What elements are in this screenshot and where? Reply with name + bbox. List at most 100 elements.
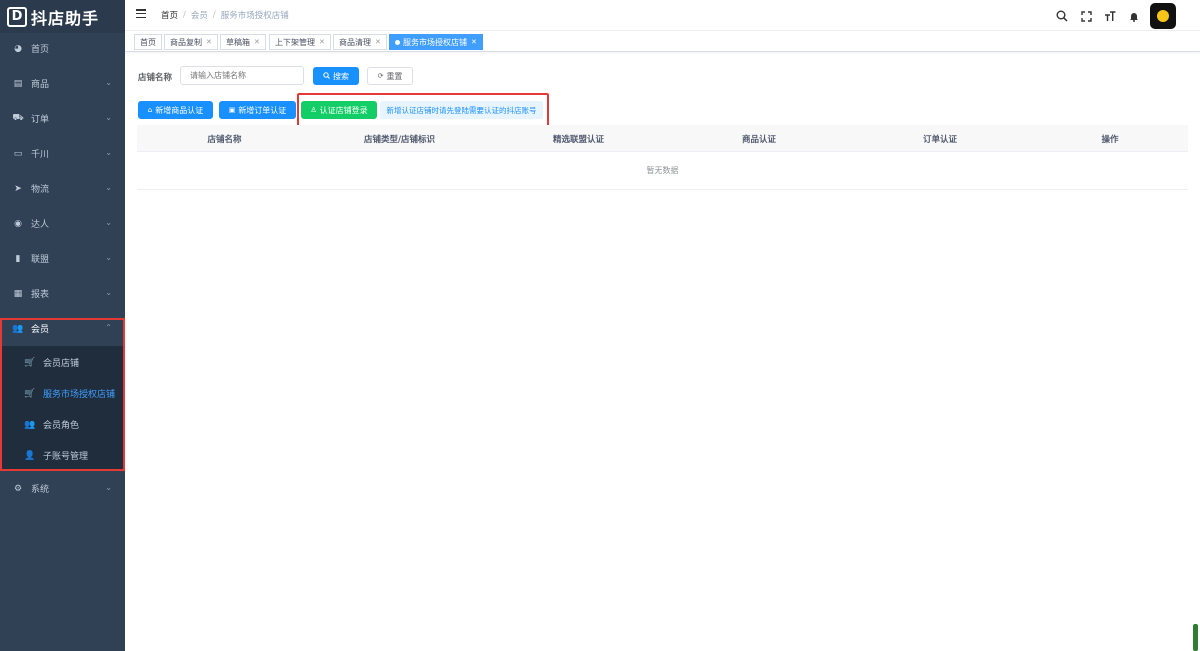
users-icon: 👥 [12,323,24,334]
tab-label: 商品清理 [339,37,371,47]
tab-label: 服务市场授权店铺 [403,37,467,47]
login-tip: 新增认证店铺时请先登陆需要认证的抖店账号 [380,101,543,119]
app-root: D 抖店助手 ◕ 首页 ▤ 商品 ⌄ ⛟ 订单 ⌄ ▭ 千川 ⌄ ➤ 物流 ⌄ … [0,0,1200,651]
avatar-image [1157,10,1169,22]
reset-button[interactable]: ⟳ 重置 [367,67,413,85]
logo[interactable]: D 抖店助手 [0,0,125,33]
tab-label: 草稿箱 [226,37,250,47]
add-goods-auth-label: 新增商品认证 [155,105,204,115]
gear-icon: ⚙ [13,483,23,494]
sidebar-item-qianchuan[interactable]: ▭ 千川 ⌄ [0,136,125,171]
sidebar-item-alliance[interactable]: ▮ 联盟 ⌄ [0,241,125,276]
sidebar-item-home[interactable]: ◕ 首页 [0,31,125,66]
add-goods-auth-button[interactable]: ⌂ 新增商品认证 [138,101,213,119]
user-icon: ♙ [310,106,317,114]
tags-view: 首页 商品复制 ✕ 草稿箱 ✕ 上下架管理 ✕ 商品清理 ✕ 服务市场授权店铺 ✕ [125,31,1200,52]
sidebar-item-influencers[interactable]: ◉ 达人 ⌄ [0,206,125,241]
tab-product-cleanup[interactable]: 商品清理 ✕ [333,34,387,50]
close-icon[interactable]: ✕ [206,38,212,46]
sidebar: D 抖店助手 ◕ 首页 ▤ 商品 ⌄ ⛟ 订单 ⌄ ▭ 千川 ⌄ ➤ 物流 ⌄ … [0,0,125,651]
add-order-auth-button[interactable]: ▣ 新增订单认证 [219,101,296,119]
search-icon[interactable] [1050,4,1074,28]
sidebar-item-label: 子账号管理 [43,452,89,462]
shopping-bag-icon: ⌂ [147,106,153,114]
tab-shelf-management[interactable]: 上下架管理 ✕ [269,34,331,50]
sidebar-item-member-stores[interactable]: 🛒 会员店铺 [0,347,125,378]
search-button[interactable]: 搜索 [313,67,359,85]
sidebar-item-reports[interactable]: ▦ 报表 ⌄ [0,276,125,311]
globe-icon: ◉ [14,218,22,229]
bar-chart-icon: ▮ [15,253,21,264]
cart-icon: 🛒 [24,388,36,399]
send-icon: ➤ [14,183,22,194]
chevron-down-icon: ⌄ [105,148,112,157]
nav-actions [1050,3,1200,29]
chevron-up-icon: ⌃ [105,323,112,332]
sidebar-item-member-roles[interactable]: 👥 会员角色 [0,409,125,440]
users-icon: 👥 [24,419,36,430]
sidebar-item-market-auth-stores[interactable]: 🛒 服务市场授权店铺 [0,378,125,409]
close-icon[interactable]: ✕ [319,38,325,46]
sidebar-item-sub-accounts[interactable]: 👤 子账号管理 [0,440,125,471]
breadcrumb-home[interactable]: 首页 [161,9,178,21]
hamburger-icon[interactable] [136,9,146,19]
sidebar-item-logistics[interactable]: ➤ 物流 ⌄ [0,171,125,206]
logo-mark: D [7,6,27,27]
clipboard-icon: ▣ [228,106,236,114]
logo-text: 抖店助手 [31,8,100,28]
sidebar-item-label: 首页 [31,45,50,55]
empty-state: 暂无数据 [137,152,1188,190]
scrollbar-thumb[interactable] [1193,624,1198,651]
sidebar-item-label: 报表 [31,290,50,300]
chevron-down-icon: ⌄ [105,483,112,492]
add-order-auth-label: 新增订单认证 [238,105,287,115]
members-submenu: 🛒 会员店铺 🛒 服务市场授权店铺 👥 会员角色 👤 子账号管理 [0,346,125,471]
sidebar-item-label: 千川 [31,150,50,160]
search-button-label: 搜索 [333,71,349,81]
chevron-down-icon: ⌄ [105,183,112,192]
font-size-icon[interactable] [1098,4,1122,28]
chevron-down-icon: ⌄ [105,253,112,262]
fullscreen-icon[interactable] [1074,4,1098,28]
close-icon[interactable]: ✕ [254,38,260,46]
user-icon: 👤 [24,450,36,461]
column-header: 店铺名称 [207,134,242,145]
active-dot-icon [395,39,400,45]
report-icon: ▦ [13,288,23,299]
breadcrumb: 首页 / 会员 / 服务市场授权店铺 [161,9,289,21]
breadcrumb-current: 服务市场授权店铺 [220,11,289,21]
sidebar-item-members[interactable]: 👥 会员 ⌃ [0,311,125,346]
tab-label: 上下架管理 [275,37,315,47]
reset-button-label: 重置 [386,71,403,81]
column-header: 精选联盟认证 [552,134,604,145]
tab-drafts[interactable]: 草稿箱 ✕ [220,34,266,50]
tab-home[interactable]: 首页 [134,34,162,50]
goods-icon: ▤ [13,78,23,89]
close-icon[interactable]: ✕ [375,38,381,46]
sidebar-item-label: 会员 [31,325,50,335]
column-header: 操作 [1101,134,1119,145]
breadcrumb-separator: / [183,10,186,20]
avatar[interactable] [1150,3,1176,29]
sidebar-item-label: 达人 [31,220,50,230]
store-name-label: 店铺名称 [138,73,173,83]
auth-store-login-button[interactable]: ♙ 认证店铺登录 [301,101,377,119]
bell-icon[interactable] [1122,4,1146,28]
dashboard-icon: ◕ [14,43,22,54]
tab-market-auth-stores[interactable]: 服务市场授权店铺 ✕ [389,34,483,50]
column-header: 订单认证 [922,134,957,145]
close-icon[interactable]: ✕ [471,38,477,46]
chevron-down-icon: ⌄ [105,218,112,227]
sidebar-item-label: 联盟 [31,255,50,265]
table-header: 店铺名称 店铺类型/店铺标识 精选联盟认证 商品认证 订单认证 操作 [137,125,1188,152]
sidebar-item-orders[interactable]: ⛟ 订单 ⌄ [0,101,125,136]
chevron-down-icon: ⌄ [105,78,112,87]
tab-label: 首页 [140,37,156,47]
sidebar-item-goods[interactable]: ▤ 商品 ⌄ [0,66,125,101]
sidebar-item-label: 物流 [31,185,50,195]
store-name-input[interactable] [180,66,304,85]
navbar: 首页 / 会员 / 服务市场授权店铺 [125,0,1200,31]
sidebar-item-system[interactable]: ⚙ 系统 ⌄ [0,471,125,506]
sidebar-item-label: 会员角色 [43,421,80,431]
tab-product-copy[interactable]: 商品复制 ✕ [164,34,218,50]
